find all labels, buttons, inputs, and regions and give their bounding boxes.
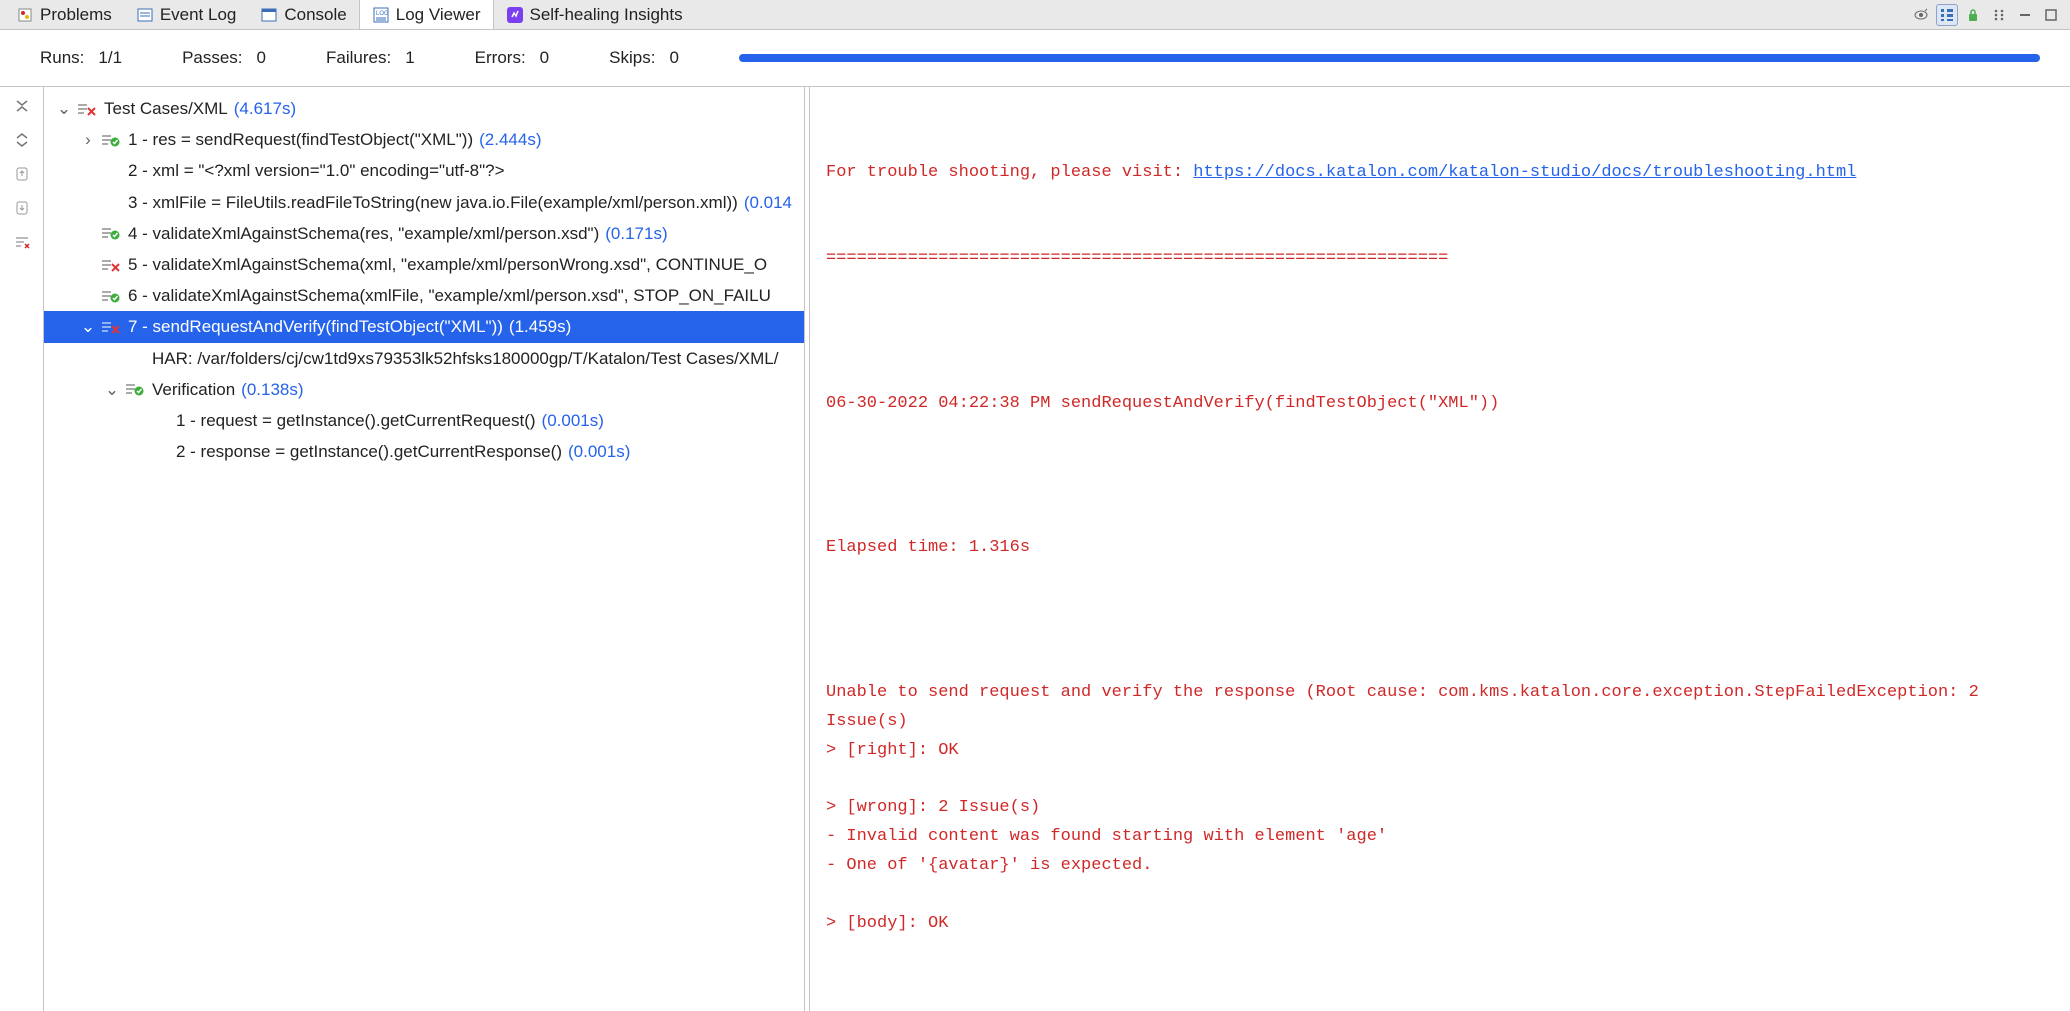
tree-label: 5 - validateXmlAgainstSchema(xml, "examp… (128, 251, 767, 278)
skips-value: 0 (669, 48, 678, 68)
prev-failure-icon[interactable] (9, 161, 35, 187)
duration: (4.617s) (234, 95, 296, 122)
more-icon[interactable] (1988, 4, 2010, 26)
tab-label: Console (284, 5, 346, 25)
pass-icon (102, 133, 122, 147)
tree-label: Verification (152, 376, 235, 403)
failures-value: 1 (405, 48, 414, 68)
tree-label: 4 - validateXmlAgainstSchema(res, "examp… (128, 220, 599, 247)
collapse-all-icon[interactable] (9, 93, 35, 119)
log-tree[interactable]: ⌄ Test Cases/XML (4.617s) › 1 - res = sendR… (44, 87, 804, 1011)
tab-event-log[interactable]: Event Log (124, 0, 249, 29)
tree-view-icon[interactable] (1936, 4, 1958, 26)
eventlog-icon (136, 6, 154, 24)
tab-console[interactable]: Console (248, 0, 358, 29)
stat-errors: Errors:0 (475, 48, 549, 68)
pass-icon (102, 289, 122, 303)
bottom-tab-bar: Problems Event Log Console LOG Log Viewe… (0, 0, 2070, 30)
fail-icon (102, 320, 122, 334)
tree-row[interactable]: 5 - validateXmlAgainstSchema(xml, "examp… (44, 249, 804, 280)
minimize-icon[interactable] (2014, 4, 2036, 26)
passes-value: 0 (257, 48, 266, 68)
tree-row[interactable]: 2 - xml = "<?xml version="1.0" encoding=… (44, 155, 804, 186)
expand-all-icon[interactable] (9, 127, 35, 153)
tree-row[interactable]: 1 - request = getInstance().getCurrentRe… (44, 405, 804, 436)
log-intro: For trouble shooting, please visit: (826, 163, 1193, 182)
tree-toolbar (0, 87, 44, 1011)
pass-icon (102, 226, 122, 240)
toolbar-right (1910, 4, 2070, 26)
tree-label: Test Cases/XML (104, 95, 228, 122)
runs-value: 1/1 (98, 48, 122, 68)
tab-problems[interactable]: Problems (4, 0, 124, 29)
console-icon (260, 6, 278, 24)
problems-icon (16, 6, 34, 24)
tree-label: 1 - request = getInstance().getCurrentRe… (176, 407, 536, 434)
log-detail-pane: For trouble shooting, please visit: http… (810, 87, 2070, 1011)
maximize-icon[interactable] (2040, 4, 2062, 26)
tree-label: 6 - validateXmlAgainstSchema(xmlFile, "e… (128, 282, 771, 309)
watch-icon[interactable] (1910, 4, 1932, 26)
stat-runs: Runs:1/1 (40, 48, 122, 68)
duration: (1.459s) (509, 313, 571, 340)
tree-row[interactable]: 4 - validateXmlAgainstSchema(res, "examp… (44, 218, 804, 249)
tree-row[interactable]: HAR: /var/folders/cj/cw1td9xs79353lk52hf… (44, 343, 804, 374)
tree-label: 2 - xml = "<?xml version="1.0" encoding=… (128, 157, 505, 184)
troubleshoot-link[interactable]: https://docs.katalon.com/katalon-studio/… (1193, 163, 1856, 182)
duration: (0.001s) (568, 438, 630, 465)
stat-failures: Failures:1 (326, 48, 415, 68)
tree-row[interactable]: › 1 - res = sendRequest(findTestObject("X… (44, 124, 804, 155)
stat-passes: Passes:0 (182, 48, 266, 68)
caret-icon[interactable]: ⌄ (104, 376, 120, 403)
tree-row[interactable]: ⌄ 7 - sendRequestAndVerify(findTestObject… (44, 311, 804, 342)
tree-row[interactable]: 3 - xmlFile = FileUtils.readFileToString… (44, 187, 804, 218)
tree-row[interactable]: ⌄ Test Cases/XML (4.617s) (44, 93, 804, 124)
stat-skips: Skips:0 (609, 48, 679, 68)
tree-row[interactable]: ⌄ Verification (0.138s) (44, 374, 804, 405)
tab-label: Event Log (160, 5, 237, 25)
tab-label: Problems (40, 5, 112, 25)
lock-icon[interactable] (1962, 4, 1984, 26)
tree-label: HAR: /var/folders/cj/cw1td9xs79353lk52hf… (152, 345, 779, 372)
duration: (0.014 (744, 189, 792, 216)
duration: (0.171s) (605, 220, 667, 247)
svg-text:LOG: LOG (376, 11, 389, 17)
selfheal-icon (506, 6, 524, 24)
duration: (0.001s) (542, 407, 604, 434)
duration: (0.138s) (241, 376, 303, 403)
tree-label: 2 - response = getInstance().getCurrentR… (176, 438, 562, 465)
tab-self-healing[interactable]: Self-healing Insights (494, 0, 695, 29)
next-failure-icon[interactable] (9, 195, 35, 221)
tab-label: Self-healing Insights (530, 5, 683, 25)
fail-icon (78, 102, 98, 116)
errors-value: 0 (540, 48, 549, 68)
tab-log-viewer[interactable]: LOG Log Viewer (359, 0, 494, 29)
progress-bar (739, 54, 2040, 62)
tree-row[interactable]: 2 - response = getInstance().getCurrentR… (44, 436, 804, 467)
tree-row[interactable]: 6 - validateXmlAgainstSchema(xmlFile, "e… (44, 280, 804, 311)
caret-icon[interactable]: ⌄ (56, 95, 72, 122)
logviewer-icon: LOG (372, 6, 390, 24)
log-body: Unable to send request and verify the re… (826, 679, 2054, 939)
tree-label: 7 - sendRequestAndVerify(findTestObject(… (128, 313, 503, 340)
caret-icon[interactable]: › (80, 126, 96, 153)
tab-label: Log Viewer (396, 5, 481, 25)
log-separator: ========================================… (826, 245, 2054, 274)
pass-icon (126, 382, 146, 396)
tree-label: 3 - xmlFile = FileUtils.readFileToString… (128, 189, 738, 216)
duration: (2.444s) (479, 126, 541, 153)
tree-label: 1 - res = sendRequest(findTestObject("XM… (128, 126, 473, 153)
fail-icon (102, 258, 122, 272)
filter-fail-icon[interactable] (9, 229, 35, 255)
log-timestamp: 06-30-2022 04:22:38 PM sendRequestAndVer… (826, 390, 2054, 419)
log-elapsed: Elapsed time: 1.316s (826, 534, 2054, 563)
run-stats: Runs:1/1 Passes:0 Failures:1 Errors:0 Sk… (0, 30, 2070, 87)
caret-icon[interactable]: ⌄ (80, 313, 96, 340)
